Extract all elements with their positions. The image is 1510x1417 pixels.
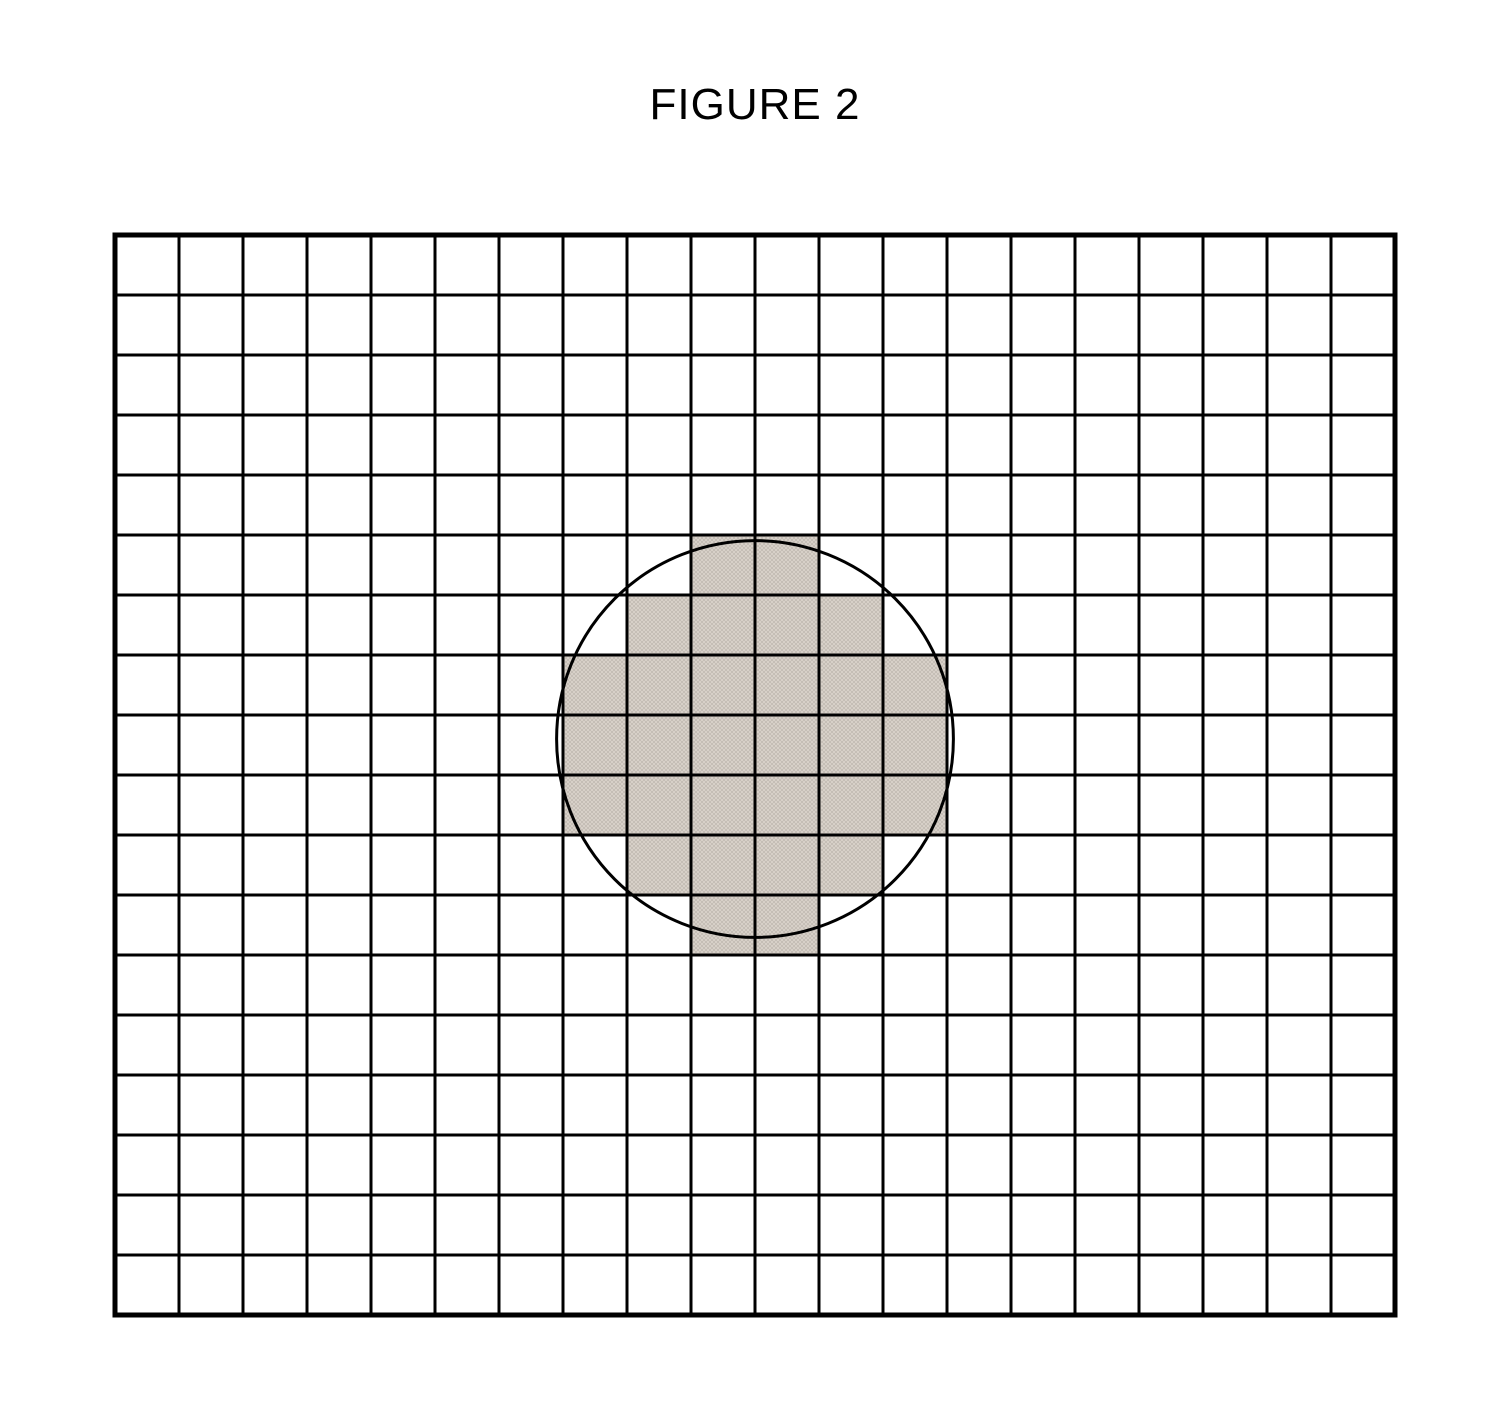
shaded-cell: [819, 715, 883, 775]
shaded-cell: [627, 715, 691, 775]
shaded-cell: [755, 895, 819, 955]
shaded-cell: [755, 715, 819, 775]
shaded-cell: [691, 775, 755, 835]
shaded-cell: [883, 775, 947, 835]
shaded-cell: [627, 775, 691, 835]
shaded-cell: [755, 835, 819, 895]
shaded-cell: [691, 715, 755, 775]
shaded-cell: [755, 775, 819, 835]
grid-circle-diagram: [110, 230, 1400, 1320]
shaded-cell: [755, 595, 819, 655]
shaded-cell: [819, 775, 883, 835]
figure-title: FIGURE 2: [0, 80, 1510, 130]
shaded-cell: [563, 715, 627, 775]
shaded-cell: [691, 895, 755, 955]
shaded-cell: [691, 655, 755, 715]
shaded-cell: [627, 655, 691, 715]
shaded-cell: [627, 595, 691, 655]
shaded-cell: [691, 595, 755, 655]
shaded-cell: [691, 835, 755, 895]
shaded-cell: [819, 835, 883, 895]
shaded-cell: [819, 655, 883, 715]
shaded-cell: [883, 715, 947, 775]
figure-container: [110, 230, 1400, 1320]
grid-lines: [115, 235, 1395, 1315]
shaded-cell: [627, 835, 691, 895]
shaded-cell: [819, 595, 883, 655]
shaded-cell: [755, 655, 819, 715]
shaded-cell: [563, 775, 627, 835]
